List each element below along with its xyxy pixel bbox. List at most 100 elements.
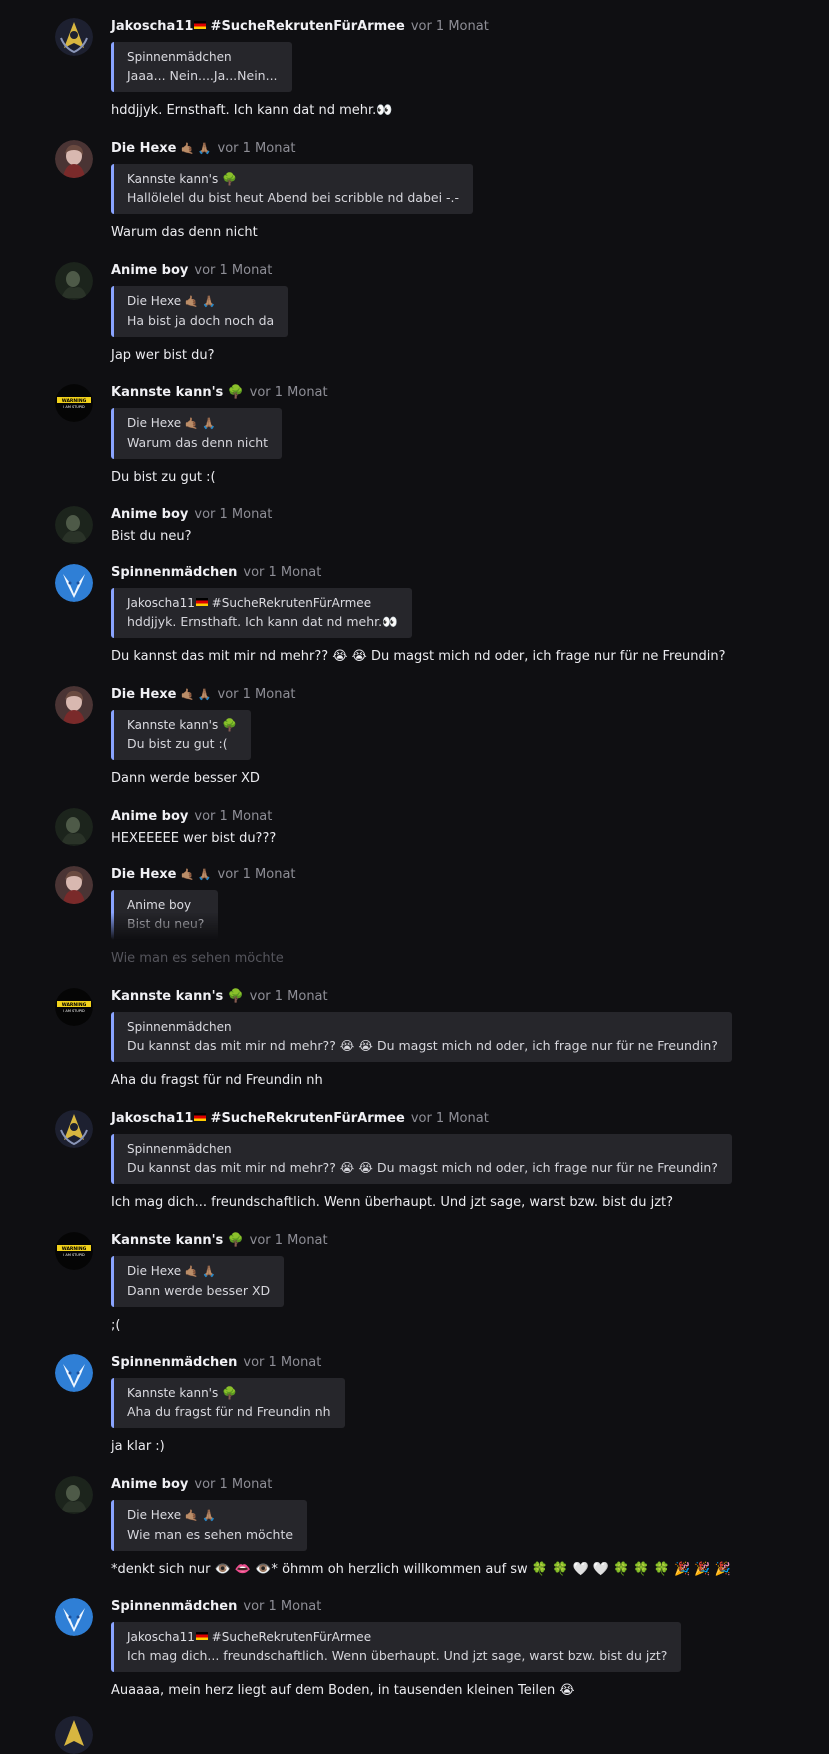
avatar[interactable] — [55, 262, 93, 300]
author-name[interactable]: Anime boy — [111, 809, 188, 824]
author-name[interactable]: Jakoscha11 — [111, 19, 193, 34]
avatar[interactable] — [55, 1598, 93, 1636]
author-name[interactable]: Anime boy — [111, 263, 188, 278]
avatar[interactable] — [55, 1110, 93, 1148]
warning-label: WARNING — [62, 398, 87, 404]
quote-author: Spinnenmädchen — [127, 1142, 232, 1156]
quote-author: Jakoscha11 — [127, 596, 195, 610]
avatar[interactable] — [55, 686, 93, 724]
quoted-message[interactable]: Spinnenmädchen Jaaa... Nein....Ja...Nein… — [111, 42, 292, 92]
author-emoji: 🤙🏽 🙏🏽 — [180, 688, 212, 701]
germany-flag-icon — [194, 21, 207, 29]
germany-flag-icon — [195, 598, 208, 606]
message-text: Auaaaa, mein herz liegt auf dem Boden, i… — [111, 1683, 575, 1698]
avatar[interactable] — [55, 808, 93, 846]
tree-icon: 🌳 — [222, 1386, 238, 1400]
warning-label: WARNING — [62, 1002, 87, 1008]
tree-icon: 🌳 — [227, 1233, 244, 1248]
message-text: Aha du fragst für nd Freundin nh — [111, 1073, 323, 1088]
stupid-label: I AM STUPID — [63, 1253, 85, 1257]
tree-icon: 🌳 — [222, 172, 238, 186]
quoted-message[interactable]: Die Hexe 🤙🏽 🙏🏽 Wie man es sehen möchte — [111, 1500, 308, 1551]
avatar[interactable] — [55, 866, 93, 904]
message-text: ja klar :) — [111, 1439, 165, 1454]
quote-author: Kannste kann's — [127, 1386, 219, 1400]
quote-text: Aha du fragst für nd Freundin nh — [127, 1404, 331, 1419]
quoted-message[interactable]: Kannste kann's 🌳 Aha du fragst für nd Fr… — [111, 1378, 345, 1428]
message-text: Du kannst das mit mir nd mehr?? 😭 😭 Du m… — [111, 649, 726, 664]
author-name[interactable]: Kannste kann's — [111, 385, 223, 400]
avatar[interactable]: WARNING I AM STUPID — [55, 988, 93, 1026]
quote-author: Die Hexe — [127, 294, 182, 308]
message-text: ;( — [111, 1318, 121, 1333]
quote-text: hddjjyk. Ernsthaft. Ich kann dat nd mehr… — [127, 614, 398, 629]
author-tag[interactable]: #SucheRekrutenFürArmee — [211, 19, 405, 34]
message-text: Jap wer bist du? — [111, 348, 215, 363]
avatar[interactable] — [55, 564, 93, 602]
quoted-message[interactable]: Die Hexe 🤙🏽 🙏🏽 Dann werde besser XD — [111, 1256, 285, 1307]
avatar[interactable]: WARNING I AM STUPID — [55, 1232, 93, 1270]
quoted-message[interactable]: Anime boy Bist du neu? — [111, 890, 219, 940]
quote-author: Kannste kann's — [127, 718, 219, 732]
author-name[interactable]: Die Hexe — [111, 687, 177, 702]
quoted-message[interactable]: Kannste kann's 🌳 Hallölelel du bist heut… — [111, 164, 474, 214]
hand-emoji-icon: 🤙🏽 🙏🏽 — [184, 417, 216, 430]
quote-text: Bist du neu? — [127, 916, 205, 931]
quote-author: Spinnenmädchen — [127, 1020, 232, 1034]
author-name[interactable]: Spinnenmädchen — [111, 1355, 237, 1370]
quoted-message[interactable]: Die Hexe 🤙🏽 🙏🏽 Warum das denn nicht — [111, 408, 283, 459]
author-name[interactable]: Die Hexe — [111, 141, 177, 156]
tree-icon: 🌳 — [222, 718, 238, 732]
quote-text: Du kannst das mit mir nd mehr?? 😭 😭 Du m… — [127, 1160, 718, 1175]
quote-author: Die Hexe — [127, 1264, 182, 1278]
avatar[interactable] — [55, 1354, 93, 1392]
quoted-message[interactable]: Spinnenmädchen Du kannst das mit mir nd … — [111, 1134, 732, 1184]
avatar[interactable] — [55, 506, 93, 544]
quote-text: Ich mag dich... freundschaftlich. Wenn ü… — [127, 1648, 668, 1663]
timestamp: vor 1 Monat — [243, 1355, 322, 1370]
timestamp: vor 1 Monat — [194, 1477, 273, 1492]
author-name[interactable]: Kannste kann's — [111, 1233, 223, 1248]
quote-author-tag: #SucheRekrutenFürArmee — [211, 596, 372, 610]
avatar[interactable]: WARNING I AM STUPID — [55, 384, 93, 422]
tree-icon: 🌳 — [227, 989, 244, 1004]
tree-icon: 🌳 — [227, 385, 244, 400]
timestamp: vor 1 Monat — [194, 263, 273, 278]
quoted-message[interactable]: Jakoscha11 #SucheRekrutenFürArmee hddjjy… — [111, 588, 412, 638]
message-text: Ich mag dich... freundschaftlich. Wenn ü… — [111, 1195, 674, 1210]
quoted-message[interactable]: Kannste kann's 🌳 Du bist zu gut :( — [111, 710, 252, 760]
avatar[interactable] — [55, 18, 93, 56]
author-name[interactable]: Kannste kann's — [111, 989, 223, 1004]
author-tag[interactable]: #SucheRekrutenFürArmee — [211, 1111, 405, 1126]
timestamp: vor 1 Monat — [410, 19, 489, 34]
quote-text: Jaaa... Nein....Ja...Nein... — [127, 68, 278, 83]
avatar[interactable] — [55, 140, 93, 178]
author-name[interactable]: Spinnenmädchen — [111, 565, 237, 580]
author-name[interactable]: Anime boy — [111, 1477, 188, 1492]
germany-flag-icon — [194, 1113, 207, 1121]
quote-author: Die Hexe — [127, 416, 182, 430]
author-name[interactable]: Spinnenmädchen — [111, 1599, 237, 1614]
quote-text: Ha bist ja doch noch da — [127, 313, 275, 328]
timestamp: vor 1 Monat — [249, 989, 328, 1004]
author-name[interactable]: Anime boy — [111, 507, 188, 522]
author-emoji: 🤙🏽 🙏🏽 — [180, 868, 212, 881]
quote-text: Du kannst das mit mir nd mehr?? 😭 😭 Du m… — [127, 1038, 718, 1053]
timestamp: vor 1 Monat — [217, 141, 296, 156]
avatar[interactable] — [55, 1476, 93, 1514]
message-text: Wie man es sehen möchte — [111, 951, 284, 966]
author-name[interactable]: Die Hexe — [111, 867, 177, 882]
quote-text: Warum das denn nicht — [127, 435, 269, 450]
quote-author-tag: #SucheRekrutenFürArmee — [211, 1630, 372, 1644]
message-feed: Jakoscha11 #SucheRekrutenFürArmee vor 1 M… — [0, 0, 829, 1754]
timestamp: vor 1 Monat — [217, 867, 296, 882]
quote-text: Du bist zu gut :( — [127, 736, 228, 751]
quoted-message[interactable]: Jakoscha11 #SucheRekrutenFürArmee Ich ma… — [111, 1622, 682, 1672]
quoted-message[interactable]: Spinnenmädchen Du kannst das mit mir nd … — [111, 1012, 732, 1062]
quote-author: Kannste kann's — [127, 172, 219, 186]
timestamp: vor 1 Monat — [194, 809, 273, 824]
hand-emoji-icon: 🤙🏽 🙏🏽 — [184, 1509, 216, 1522]
quoted-message[interactable]: Die Hexe 🤙🏽 🙏🏽 Ha bist ja doch noch da — [111, 286, 289, 337]
timestamp: vor 1 Monat — [243, 565, 322, 580]
author-name[interactable]: Jakoscha11 — [111, 1111, 193, 1126]
